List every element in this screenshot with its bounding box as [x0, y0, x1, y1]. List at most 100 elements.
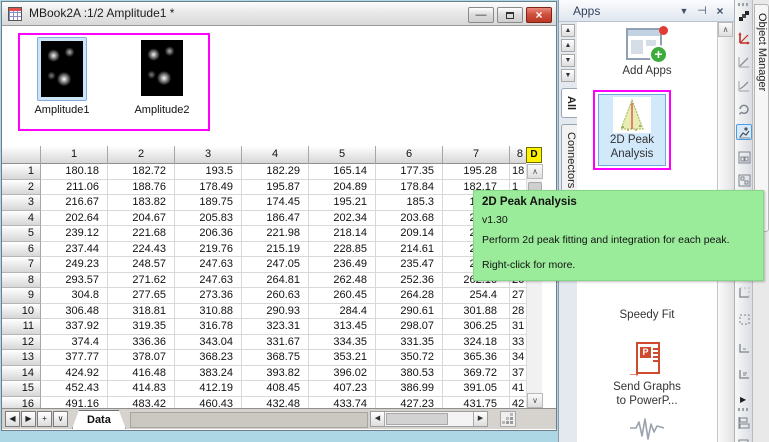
row-header-15[interactable]: 15 [2, 381, 41, 397]
cell[interactable]: 298.07 [376, 319, 443, 335]
cell[interactable]: 264.28 [376, 288, 443, 304]
line-plot-icon[interactable] [736, 54, 752, 70]
row-header-11[interactable]: 11 [2, 319, 41, 335]
cell[interactable]: 260.45 [309, 288, 376, 304]
row-header-8[interactable]: 8 [2, 272, 41, 288]
scroll-up-button[interactable]: ∧ [718, 22, 733, 37]
cell[interactable]: 165.14 [309, 164, 376, 180]
add-sheet-button[interactable]: + [37, 411, 52, 427]
row-header-7[interactable]: 7 [2, 257, 41, 273]
cell[interactable]: 260.63 [242, 288, 309, 304]
cell[interactable]: 334.35 [309, 334, 376, 350]
cell[interactable]: 215.19 [242, 241, 309, 257]
cell[interactable]: 182.29 [242, 164, 309, 180]
axis-frame-icon-2[interactable] [736, 312, 752, 328]
cell[interactable]: 374.4 [41, 334, 108, 350]
cell[interactable]: 248.57 [108, 257, 175, 273]
row-header-10[interactable]: 10 [2, 303, 41, 319]
cell[interactable]: 407.23 [309, 381, 376, 397]
cell[interactable]: 380.53 [376, 365, 443, 381]
cell[interactable]: 304.8 [41, 288, 108, 304]
layout-icon-2[interactable] [736, 173, 752, 189]
tab-scroll-up-button[interactable]: ▲ [561, 39, 575, 52]
cell[interactable]: 221.98 [242, 226, 309, 242]
cell[interactable]: 369.72 [443, 365, 510, 381]
cell[interactable]: 31 [510, 319, 526, 335]
cell[interactable]: 293.57 [41, 272, 108, 288]
cell[interactable]: 202.34 [309, 210, 376, 226]
cell[interactable]: 195.21 [309, 195, 376, 211]
cell[interactable]: 306.48 [41, 303, 108, 319]
cell[interactable]: 319.35 [108, 319, 175, 335]
sheet-tab-data[interactable]: Data [72, 410, 126, 429]
cell[interactable]: 290.93 [242, 303, 309, 319]
cell[interactable]: 365.36 [443, 350, 510, 366]
cell[interactable]: 324.18 [443, 334, 510, 350]
cell[interactable]: 336.36 [108, 334, 175, 350]
cell[interactable]: 306.25 [443, 319, 510, 335]
row-header-14[interactable]: 14 [2, 365, 41, 381]
cell[interactable]: 247.63 [175, 257, 242, 273]
cell[interactable]: 27 [510, 288, 526, 304]
align-icon-1[interactable] [736, 416, 752, 432]
col-header-6[interactable]: 6 [376, 146, 443, 164]
tab-scroll-down-button[interactable]: ▼ [561, 54, 575, 67]
cell[interactable]: 37 [510, 365, 526, 381]
cell[interactable]: 185.3 [376, 195, 443, 211]
cell[interactable]: 353.21 [309, 350, 376, 366]
fit-gadget-icon[interactable] [736, 124, 752, 140]
row-header-6[interactable]: 6 [2, 241, 41, 257]
cell[interactable]: 177.35 [376, 164, 443, 180]
cell[interactable]: 28 [510, 303, 526, 319]
cell[interactable]: 182.72 [108, 164, 175, 180]
cell[interactable]: 412.19 [175, 381, 242, 397]
cell[interactable]: 247.05 [242, 257, 309, 273]
app-item-2d-peak-analysis[interactable]: 2D Peak Analysis [598, 94, 666, 166]
row-header-12[interactable]: 12 [2, 334, 41, 350]
restore-button[interactable] [497, 7, 523, 23]
row-header-2[interactable]: 2 [2, 179, 41, 195]
prev-sheet-button[interactable]: ◀ [5, 411, 20, 427]
axis-frame-icon-3[interactable] [736, 340, 752, 356]
table-corner-cell[interactable] [2, 146, 41, 164]
cell[interactable]: 284.4 [309, 303, 376, 319]
cell[interactable]: 204.67 [108, 210, 175, 226]
layout-icon-1[interactable] [736, 150, 752, 166]
apps-panel-header[interactable]: Apps ▼ ⊣ × [559, 0, 735, 22]
cell[interactable]: 41 [510, 381, 526, 397]
cell[interactable]: 186.47 [242, 210, 309, 226]
close-button[interactable]: × [526, 7, 552, 23]
row-header-1[interactable]: 1 [2, 164, 41, 180]
cell[interactable]: 331.35 [376, 334, 443, 350]
cell[interactable]: 221.68 [108, 226, 175, 242]
minimize-button[interactable]: — [468, 7, 494, 23]
resize-grip[interactable] [500, 411, 516, 427]
cell[interactable]: 368.23 [175, 350, 242, 366]
cell[interactable]: 277.65 [108, 288, 175, 304]
cell[interactable]: 318.81 [108, 303, 175, 319]
tab-all[interactable]: All [561, 88, 577, 119]
app-item-calcium[interactable]: Calcium... [577, 416, 717, 442]
pin-icon[interactable]: ⊣ [695, 4, 709, 18]
col-header-5[interactable]: 5 [309, 146, 376, 164]
cell[interactable]: 193.5 [175, 164, 242, 180]
sheet-list-button[interactable]: ∨ [53, 411, 68, 427]
cell[interactable]: 202.64 [41, 210, 108, 226]
toolbar-expand-icon[interactable]: ▶ [740, 396, 746, 404]
cell[interactable]: 188.76 [108, 179, 175, 195]
cell[interactable]: 206.36 [175, 226, 242, 242]
cell[interactable]: 214.61 [376, 241, 443, 257]
cell[interactable]: 273.36 [175, 288, 242, 304]
row-header-5[interactable]: 5 [2, 226, 41, 242]
cell[interactable]: 416.48 [108, 365, 175, 381]
row-header-9[interactable]: 9 [2, 288, 41, 304]
cell[interactable]: 383.24 [175, 365, 242, 381]
thumbnail-amplitude2[interactable]: Amplitude2 [130, 37, 194, 116]
cell[interactable]: 219.76 [175, 241, 242, 257]
cell[interactable]: 180.18 [41, 164, 108, 180]
cell[interactable]: 205.83 [175, 210, 242, 226]
cell[interactable]: 313.45 [309, 319, 376, 335]
cell[interactable]: 271.62 [108, 272, 175, 288]
cell[interactable]: 290.61 [376, 303, 443, 319]
cell[interactable]: 337.92 [41, 319, 108, 335]
